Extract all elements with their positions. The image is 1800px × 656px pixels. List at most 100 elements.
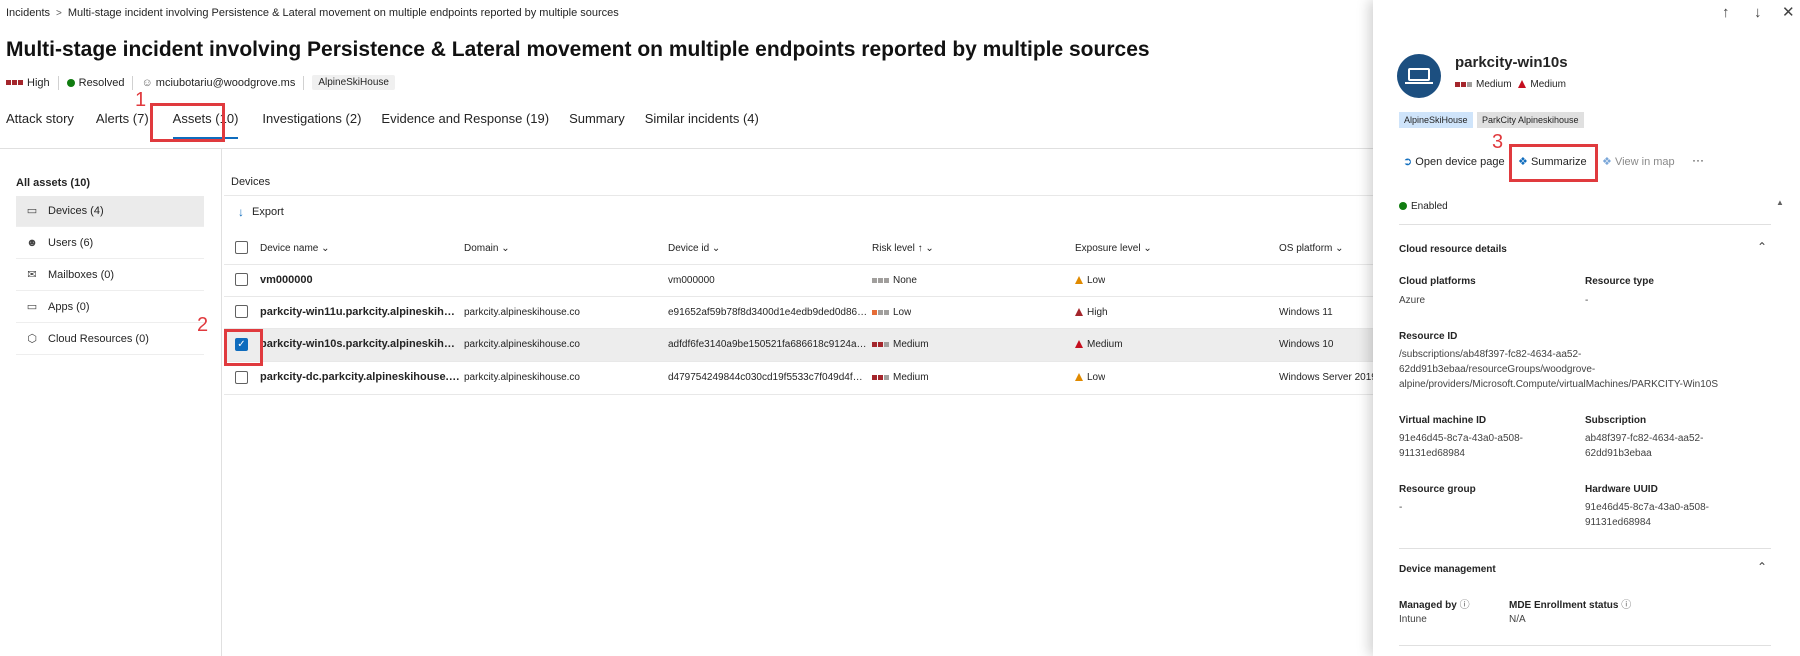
- device-name-link[interactable]: parkcity-win10s.parkcity.alpineskihouse.…: [260, 338, 460, 350]
- risk-bars-icon: [1455, 81, 1472, 87]
- chevron-down-icon: ⌄: [1143, 243, 1152, 254]
- severity-bars-icon: [6, 80, 23, 86]
- column-header-exposure-level[interactable]: Exposure level ⌄: [1075, 243, 1152, 254]
- open-device-page-button[interactable]: ➲ Open device page: [1403, 155, 1505, 168]
- annotation-box-summarize: [1509, 144, 1598, 182]
- user-icon: ☻: [26, 237, 38, 249]
- resource-id-value: /subscriptions/ab48f397-fc82-4634-aa52- …: [1399, 349, 1719, 390]
- annotation-box-row-checkbox: [224, 329, 263, 366]
- view-in-map-button[interactable]: ❖ View in map: [1602, 155, 1675, 168]
- chevron-down-icon: ⌄: [321, 243, 330, 254]
- divider: [132, 75, 134, 90]
- mde-enrollment-value: N/A: [1509, 614, 1526, 625]
- device-management-section-title: Device management: [1399, 564, 1496, 575]
- annotation-number-1: 1: [135, 89, 147, 111]
- close-icon[interactable]: ✕: [1782, 3, 1795, 21]
- chevron-right-icon: >: [56, 7, 62, 19]
- devices-section-label: Devices: [231, 176, 271, 188]
- mde-enrollment-label: MDE Enrollment status ⓘ: [1509, 600, 1632, 611]
- hardware-uuid-value: 91e46d45-8c7a-43a0-a508- 91131ed68984: [1585, 502, 1709, 528]
- info-icon[interactable]: ⓘ: [1621, 600, 1631, 611]
- managed-by-value: Intune: [1399, 614, 1427, 625]
- tab-investigations[interactable]: Investigations (2): [262, 111, 361, 139]
- incident-tag: AlpineSkiHouse: [312, 75, 395, 90]
- export-button[interactable]: ↓ Export: [238, 205, 284, 219]
- cloud-resource-section-title: Cloud resource details: [1399, 244, 1507, 255]
- row-checkbox[interactable]: [235, 371, 248, 384]
- status-dot-icon: [66, 78, 75, 87]
- chevron-down-icon: ⌄: [711, 243, 721, 254]
- owner: ☺ mciubotariu@woodgrove.ms: [141, 76, 296, 89]
- device-detail-panel: [1373, 0, 1800, 656]
- sort-ascending-icon: ↑: [917, 243, 923, 254]
- assets-nav-apps[interactable]: ▭ Apps (0): [16, 292, 204, 323]
- assets-nav-mailboxes[interactable]: ✉ Mailboxes (0): [16, 260, 204, 291]
- more-actions-button[interactable]: ···: [1692, 153, 1704, 167]
- mail-icon: ✉: [27, 269, 37, 281]
- row-checkbox[interactable]: [235, 305, 248, 318]
- warning-icon: [1075, 276, 1083, 284]
- tab-evidence-response[interactable]: Evidence and Response (19): [381, 111, 549, 139]
- column-header-os-platform[interactable]: OS platform ⌄: [1279, 243, 1344, 254]
- risk-bars-icon: [872, 374, 889, 380]
- warning-icon: [1075, 373, 1083, 381]
- risk-bars-icon: [872, 277, 889, 283]
- divider: [224, 195, 1374, 196]
- device-name-link[interactable]: vm000000: [260, 274, 460, 286]
- resource-group-value: -: [1399, 502, 1403, 513]
- warning-icon: [1518, 80, 1527, 88]
- column-header-domain[interactable]: Domain ⌄: [464, 243, 510, 254]
- chevron-up-icon[interactable]: ⌃: [1757, 240, 1767, 254]
- annotation-number-2: 2: [197, 314, 209, 336]
- device-id: adfdf6fe3140a9be150521fa686618c9124a8277: [668, 339, 868, 350]
- row-checkbox[interactable]: [235, 273, 248, 286]
- column-header-device-name[interactable]: Device name ⌄: [260, 243, 330, 254]
- status-badge: Resolved: [66, 77, 124, 89]
- resource-id-label: Resource ID: [1399, 331, 1458, 342]
- device-risk-exposure: Medium Medium: [1455, 79, 1566, 90]
- cloud-platforms-label: Cloud platforms: [1399, 276, 1476, 287]
- breadcrumb-incidents-link[interactable]: Incidents: [6, 7, 50, 19]
- severity-badge: High: [6, 77, 50, 89]
- tab-similar-incidents[interactable]: Similar incidents (4): [645, 111, 759, 139]
- divider: [224, 264, 1374, 265]
- risk-level: Medium: [872, 339, 929, 350]
- hardware-uuid-label: Hardware UUID: [1585, 484, 1658, 495]
- laptop-icon: ▭: [26, 205, 38, 217]
- incident-tabs: Attack story Alerts (7) Assets (10) Inve…: [6, 111, 781, 139]
- device-name-link[interactable]: parkcity-dc.parkcity.alpineskihouse.co: [260, 371, 460, 383]
- device-id: e91652af59b78f8d3400d1e4edb9ded0d860851a: [668, 307, 868, 318]
- device-domain: parkcity.alpineskihouse.co: [464, 307, 580, 318]
- breadcrumb: Incidents > Multi-stage incident involvi…: [6, 7, 619, 19]
- device-id: d479754249844c030cd19f5533c7f049d4f1bcbb: [668, 372, 868, 383]
- divider: [1399, 645, 1771, 646]
- annotation-number-3: 3: [1492, 131, 1504, 153]
- info-icon[interactable]: ⓘ: [1460, 600, 1470, 611]
- arrow-up-icon[interactable]: ↑: [1722, 4, 1730, 21]
- map-icon: ❖: [1602, 156, 1612, 168]
- os-platform: Windows 11: [1279, 307, 1333, 318]
- assets-nav-users[interactable]: ☻ Users (6): [16, 228, 204, 259]
- managed-by-label: Managed by ⓘ: [1399, 600, 1470, 611]
- device-name-link[interactable]: parkcity-win11u.parkcity.alpineskihouse.…: [260, 306, 460, 318]
- tab-alerts[interactable]: Alerts (7): [96, 111, 149, 139]
- scroll-up-icon[interactable]: ▲: [1776, 198, 1784, 207]
- download-icon: ↓: [238, 205, 244, 219]
- annotation-box-assets-tab: [150, 103, 225, 142]
- tab-summary[interactable]: Summary: [569, 111, 625, 139]
- tab-attack-story[interactable]: Attack story: [6, 111, 74, 139]
- column-header-device-id[interactable]: Device id ⌄: [668, 243, 720, 254]
- resource-group-label: Resource group: [1399, 484, 1476, 495]
- risk-bars-icon: [872, 341, 889, 347]
- select-all-checkbox[interactable]: [235, 241, 248, 254]
- cube-icon: ⬡: [27, 333, 37, 345]
- arrow-down-icon[interactable]: ↓: [1754, 4, 1762, 21]
- warning-icon: [1075, 308, 1083, 316]
- column-header-risk-level[interactable]: Risk level ↑ ⌄: [872, 243, 934, 254]
- chevron-up-icon[interactable]: ⌃: [1757, 560, 1767, 574]
- page-title: Multi-stage incident involving Persisten…: [6, 38, 1150, 61]
- assets-nav-devices[interactable]: ▭ Devices (4): [16, 196, 204, 227]
- warning-icon: [1075, 340, 1083, 348]
- assets-nav-cloud-resources[interactable]: ⬡ Cloud Resources (0): [16, 324, 204, 355]
- divider: [57, 75, 59, 90]
